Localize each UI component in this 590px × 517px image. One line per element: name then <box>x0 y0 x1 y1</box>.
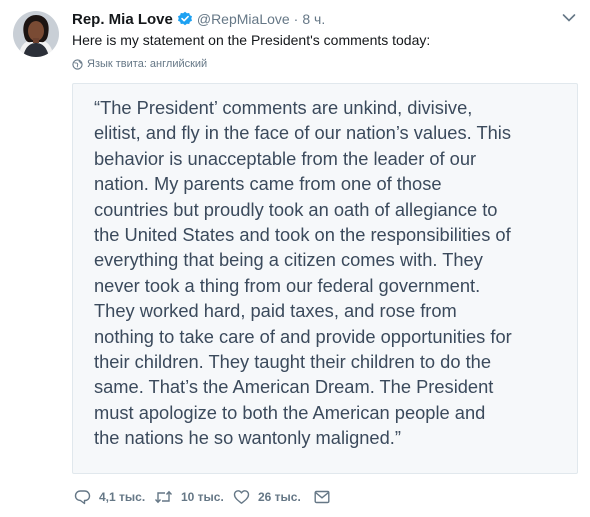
retweet-button[interactable]: 10 тыс. <box>154 489 233 505</box>
tweet-language: Язык твита: английский <box>72 57 207 71</box>
separator-dot: · <box>293 11 299 27</box>
like-button[interactable]: 26 тыс. <box>233 489 314 505</box>
handle[interactable]: @RepMiaLove <box>197 11 290 27</box>
statement-line: never took a thing from our federal gove… <box>94 274 481 296</box>
statement-image[interactable]: “The President’ comments are unkind, div… <box>72 83 578 474</box>
verified-badge-icon <box>177 11 192 26</box>
tweet: Rep. Mia Love @RepMiaLove · 8 ч. Here is… <box>0 0 590 517</box>
avatar[interactable] <box>13 11 59 57</box>
globe-icon <box>72 58 83 70</box>
statement-line: everything that being a citizen comes wi… <box>94 249 483 271</box>
statement-line: same. That’s the American Dream. The Pre… <box>94 376 494 398</box>
statement-line: behavior is unacceptable from the leader… <box>94 147 477 169</box>
statement-line: “The President’ comments are unkind, div… <box>94 97 473 118</box>
retweet-count: 10 тыс. <box>181 490 224 504</box>
timestamp[interactable]: 8 ч. <box>302 11 325 27</box>
retweet-icon <box>154 490 173 504</box>
direct-message-button[interactable] <box>314 490 338 504</box>
reply-button[interactable]: 4,1 тыс. <box>74 489 154 505</box>
reply-icon <box>74 490 91 505</box>
language-label: Язык твита: английский <box>87 58 208 70</box>
chevron-down-icon[interactable] <box>562 13 576 23</box>
statement-line: countries but proudly took an oath of al… <box>94 198 498 220</box>
statement-line: They worked hard, paid taxes, and rose f… <box>94 300 457 322</box>
tweet-actions: 4,1 тыс. 10 тыс. 26 тыс. <box>74 487 338 507</box>
heart-icon <box>233 490 250 504</box>
statement-line: nothing to take care of and provide oppo… <box>94 325 512 347</box>
envelope-icon <box>314 490 330 504</box>
tweet-header: Rep. Mia Love @RepMiaLove · 8 ч. <box>72 9 572 29</box>
statement-text: “The President’ comments are unkind, div… <box>94 95 574 451</box>
statement-line: must apologize to both the American peop… <box>94 401 486 423</box>
tweet-text: Here is my statement on the President's … <box>72 32 431 48</box>
like-count: 26 тыс. <box>258 490 301 504</box>
statement-line: the United States and took on the respon… <box>94 224 511 246</box>
display-name[interactable]: Rep. Mia Love <box>72 11 173 28</box>
statement-line: elitist, and fly in the face of our nati… <box>94 122 511 144</box>
statement-line: their children. They taught their childr… <box>94 351 492 373</box>
reply-count: 4,1 тыс. <box>99 490 146 504</box>
statement-line: the nations he so wantonly maligned.” <box>94 427 401 449</box>
statement-line: nation. My parents came from one of thos… <box>94 173 442 195</box>
